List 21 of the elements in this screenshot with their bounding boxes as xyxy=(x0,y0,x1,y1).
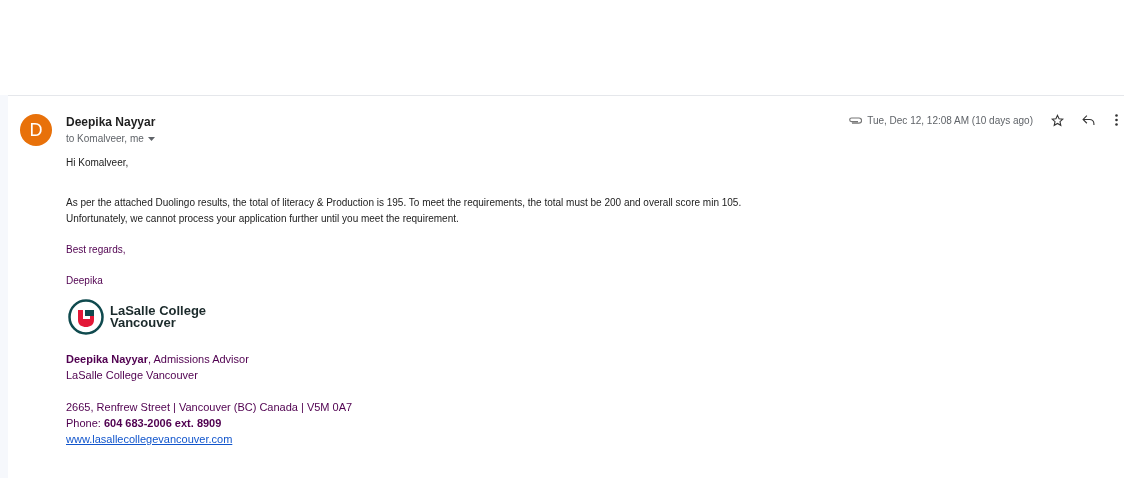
avatar: D xyxy=(20,114,52,146)
body-text: As per the attached Duolingo results, the total of literacy & Production is 195. To meet the requirements, the total must be 200 and overall score min 105. xyxy=(66,196,743,210)
school-name: LaSalle College Vancouver xyxy=(66,368,199,383)
more-icon[interactable] xyxy=(1115,114,1118,126)
date: Tue, Dec 12, 12:08 AM (10 days ago) xyxy=(867,114,1033,128)
signoff: Deepika xyxy=(66,274,104,288)
logo-text: Vancouver xyxy=(110,317,176,329)
reply-icon[interactable] xyxy=(1082,114,1095,126)
signature-title: Deepika Nayyar, Admissions Advisor xyxy=(66,352,250,367)
phone: Phone: 604 683-2006 ext. 8909 xyxy=(66,416,223,431)
website-link[interactable]: www.lasallecollegevancouver.com xyxy=(66,431,233,447)
body-text: Unfortunately, we cannot process your application further until you meet the requirement. xyxy=(66,212,460,226)
caret-icon xyxy=(147,137,155,141)
logo-text: LaSalle College xyxy=(110,305,207,317)
recipients-dropdown[interactable]: to Komalveer, me xyxy=(66,132,155,146)
greeting: Hi Komalveer, xyxy=(66,156,130,170)
address: 2665, Renfrew Street | Vancouver (BC) Canada | V5M 0A7 xyxy=(66,400,354,415)
college-logo-icon xyxy=(68,299,104,335)
sender-name: Deepika Nayyar xyxy=(66,114,157,130)
star-icon[interactable] xyxy=(1051,114,1064,127)
closing: Best regards, xyxy=(66,243,127,257)
